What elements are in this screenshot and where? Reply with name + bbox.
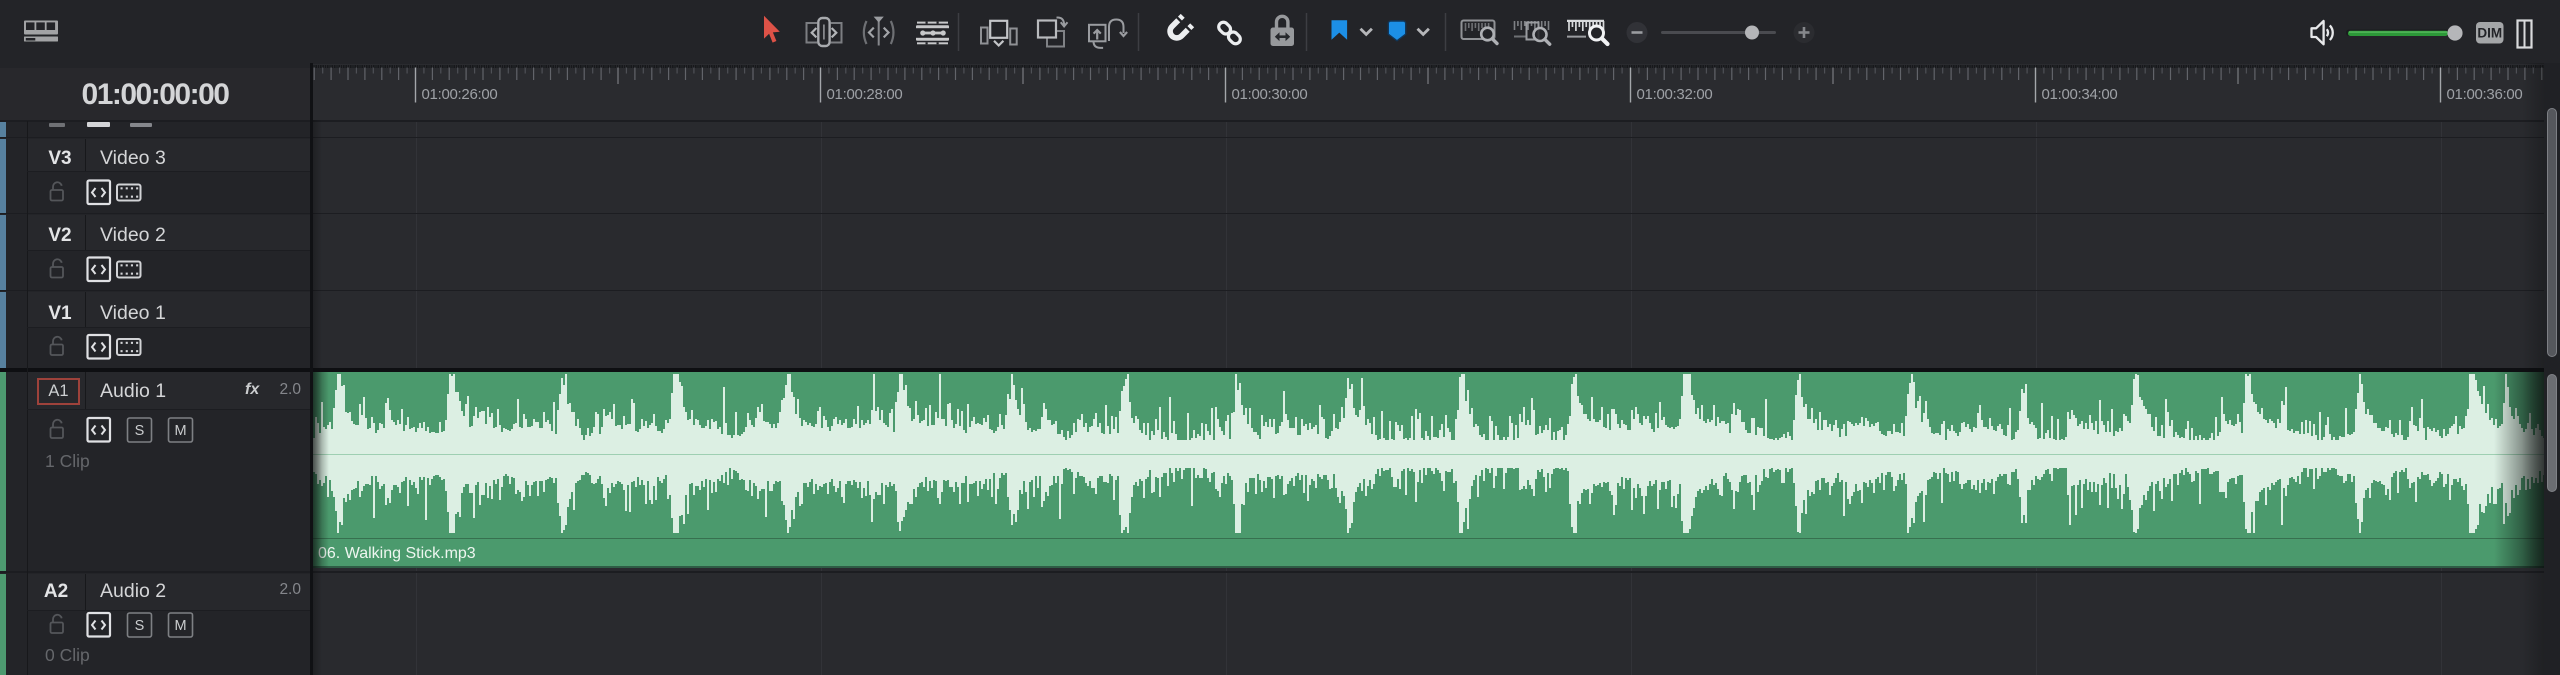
svg-text:M: M: [174, 618, 186, 634]
svg-text:S: S: [135, 423, 145, 439]
svg-text:S: S: [135, 618, 145, 634]
svg-text:M: M: [174, 423, 186, 439]
svg-text:DIM: DIM: [2477, 26, 2502, 41]
